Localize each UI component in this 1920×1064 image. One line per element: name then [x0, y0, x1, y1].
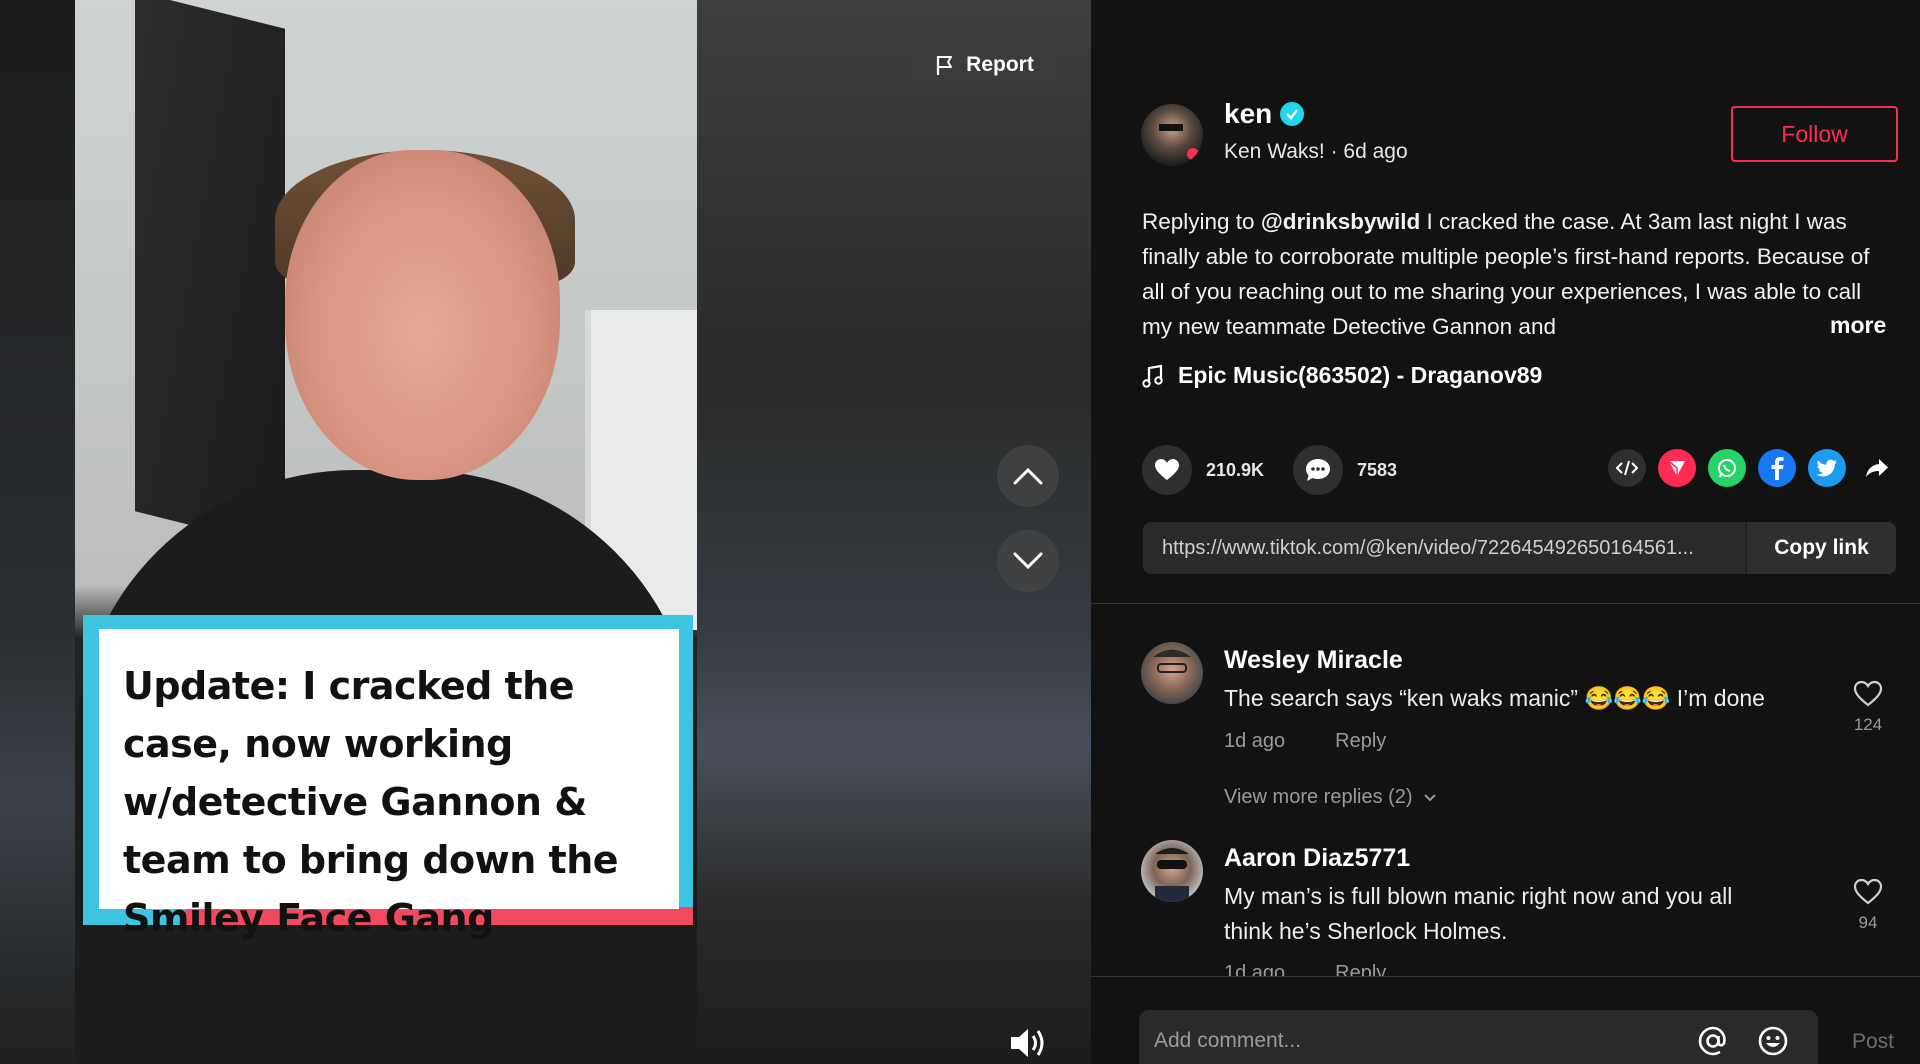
comment-count: 7583 — [1357, 459, 1398, 480]
comment-like-count: 124 — [1853, 715, 1883, 734]
author-username-row[interactable]: ken — [1224, 98, 1305, 130]
video-caption-text: Update: I cracked the case, now working … — [99, 629, 679, 940]
twitter-icon[interactable] — [1808, 449, 1846, 487]
comment-like-button[interactable]: 94 — [1845, 878, 1891, 933]
follow-button[interactable]: Follow — [1731, 106, 1898, 162]
share-link-url[interactable]: https://www.tiktok.com/@ken/video/722645… — [1143, 537, 1746, 560]
comment-bubble-icon — [1306, 459, 1330, 481]
avatar-image — [1159, 124, 1199, 160]
comment-input-placeholder: Add comment... — [1154, 1029, 1302, 1052]
comment-meta: 1d ago Reply — [1224, 962, 1386, 976]
comment-time: 1d ago — [1224, 962, 1286, 976]
comment-author-name[interactable]: Aaron Diaz5771 — [1224, 844, 1410, 873]
verified-badge-icon — [1280, 102, 1305, 126]
tiktok-send-icon[interactable] — [1658, 449, 1696, 487]
video-blur-background-left — [0, 0, 75, 1064]
share-arrow-icon[interactable] — [1858, 449, 1896, 487]
comment-text: The search says “ken waks manic” 😂😂😂 I’m… — [1224, 685, 1765, 711]
heart-outline-icon — [1853, 878, 1883, 905]
view-more-replies-label: View more replies (2) — [1224, 786, 1413, 808]
comment-button[interactable] — [1293, 445, 1343, 495]
comment-avatar[interactable] — [1141, 840, 1203, 902]
description-mention-link[interactable]: @drinksbywild — [1261, 209, 1420, 234]
report-button[interactable]: Report — [908, 34, 1060, 96]
comment-avatar[interactable] — [1141, 642, 1203, 704]
music-title: Epic Music(863502) - Draganov89 — [1178, 362, 1543, 388]
volume-button[interactable] — [1008, 1025, 1048, 1061]
emoji-icon[interactable] — [1756, 1024, 1790, 1058]
comment-reply-button[interactable]: Reply — [1335, 962, 1386, 976]
mention-icon[interactable] — [1696, 1024, 1730, 1058]
background-tv — [135, 0, 285, 549]
author-avatar[interactable] — [1141, 104, 1203, 166]
facebook-icon[interactable] — [1758, 449, 1796, 487]
music-link[interactable]: Epic Music(863502) - Draganov89 — [1142, 362, 1542, 389]
comment-input[interactable]: Add comment... — [1139, 1010, 1818, 1064]
chevron-down-icon — [1423, 793, 1436, 801]
whatsapp-icon[interactable] — [1708, 449, 1746, 487]
embed-icon[interactable] — [1608, 449, 1646, 487]
view-more-replies-button[interactable]: View more replies (2) — [1224, 786, 1437, 809]
music-note-icon — [1142, 364, 1163, 388]
report-label: Report — [966, 53, 1034, 76]
like-count: 210.9K — [1206, 459, 1265, 480]
video-frame[interactable]: Update: I cracked the case, now working … — [75, 0, 697, 1064]
comment-text: My man’s is full blown manic right now a… — [1224, 883, 1733, 944]
avatar-image — [1155, 848, 1189, 902]
speaker-icon — [1011, 1029, 1044, 1057]
comment-list[interactable]: Wesley Miracle The search says “ken waks… — [1091, 600, 1920, 976]
like-stat[interactable]: 210.9K — [1142, 445, 1264, 495]
chevron-up-icon — [1013, 467, 1043, 485]
author-display-name-and-time: Ken Waks! · 6d ago — [1224, 140, 1408, 163]
composer-divider — [1091, 976, 1920, 977]
description-prefix: Replying to — [1142, 209, 1261, 234]
author-username[interactable]: ken — [1224, 98, 1272, 130]
video-description: Replying to @drinksbywild I cracked the … — [1142, 204, 1897, 344]
comment-author-name[interactable]: Wesley Miracle — [1224, 646, 1403, 675]
comment-like-count: 94 — [1858, 913, 1878, 932]
tiktok-video-page: Update: I cracked the case, now working … — [0, 0, 1920, 1064]
comment-meta: 1d ago Reply — [1224, 730, 1386, 753]
comment-time: 1d ago — [1224, 730, 1286, 752]
previous-video-button[interactable] — [997, 445, 1059, 507]
heart-icon — [1155, 459, 1179, 480]
person-face — [285, 150, 560, 480]
like-button[interactable] — [1142, 445, 1192, 495]
flag-icon — [937, 56, 953, 75]
avatar-image — [1153, 649, 1191, 673]
comment-stat[interactable]: 7583 — [1293, 445, 1397, 495]
video-player-area[interactable]: Update: I cracked the case, now working … — [0, 0, 1091, 1064]
description-more-link[interactable]: more — [1830, 312, 1886, 339]
share-link-box: https://www.tiktok.com/@ken/video/722645… — [1143, 522, 1896, 574]
comment-like-button[interactable]: 124 — [1845, 680, 1891, 735]
comment-reply-button[interactable]: Reply — [1335, 730, 1386, 753]
copy-link-button[interactable]: Copy link — [1746, 522, 1896, 574]
post-comment-button[interactable]: Post — [1852, 1030, 1894, 1054]
next-video-button[interactable] — [997, 530, 1059, 592]
chevron-down-icon — [1013, 552, 1043, 570]
heart-outline-icon — [1853, 680, 1883, 707]
